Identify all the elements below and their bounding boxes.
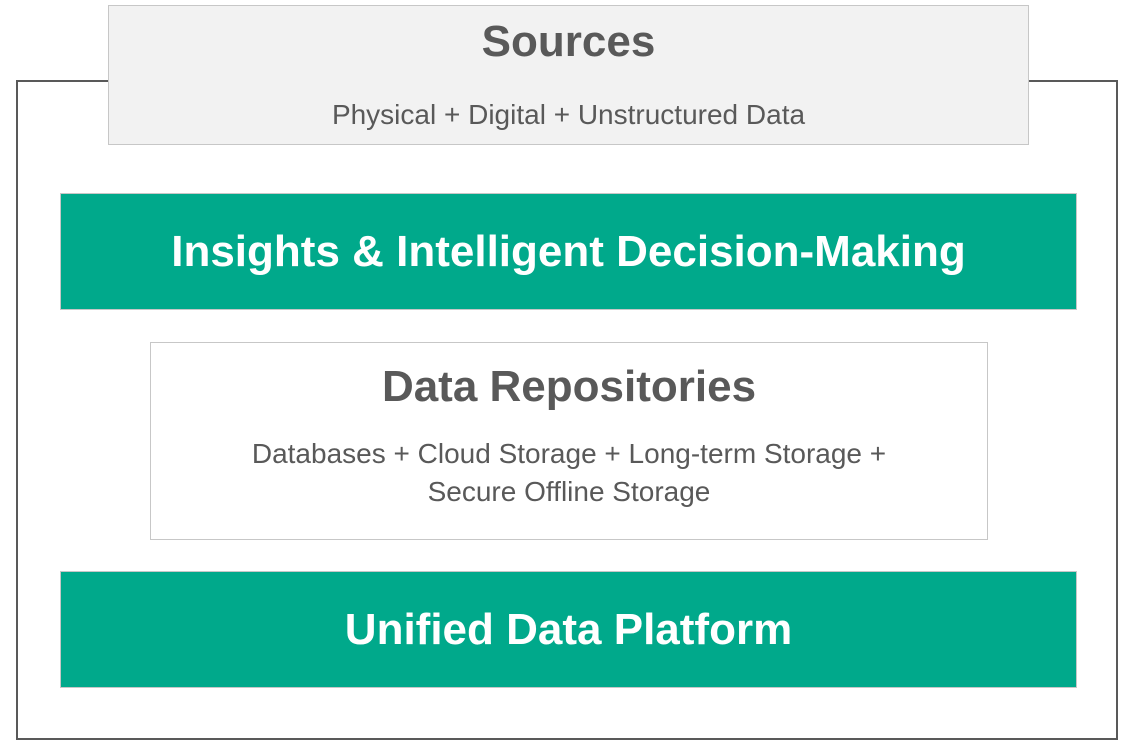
data-repositories-box: Data Repositories Databases + Cloud Stor… [150,342,988,540]
insights-box: Insights & Intelligent Decision-Making [60,193,1077,310]
insights-title: Insights & Intelligent Decision-Making [171,226,966,276]
data-repositories-title: Data Repositories [381,362,757,411]
data-repositories-subtitle-line2: Secure Offline Storage [427,476,711,507]
unified-data-platform-box: Unified Data Platform [60,571,1077,688]
sources-title: Sources [481,17,656,66]
unified-data-platform-title: Unified Data Platform [344,604,793,654]
data-repositories-subtitle-line1: Databases + Cloud Storage + Long-term St… [251,438,887,469]
sources-box: Sources Physical + Digital + Unstructure… [108,5,1029,145]
data-repositories-subtitle: Databases + Cloud Storage + Long-term St… [169,435,969,511]
sources-subtitle: Physical + Digital + Unstructured Data [331,99,806,130]
